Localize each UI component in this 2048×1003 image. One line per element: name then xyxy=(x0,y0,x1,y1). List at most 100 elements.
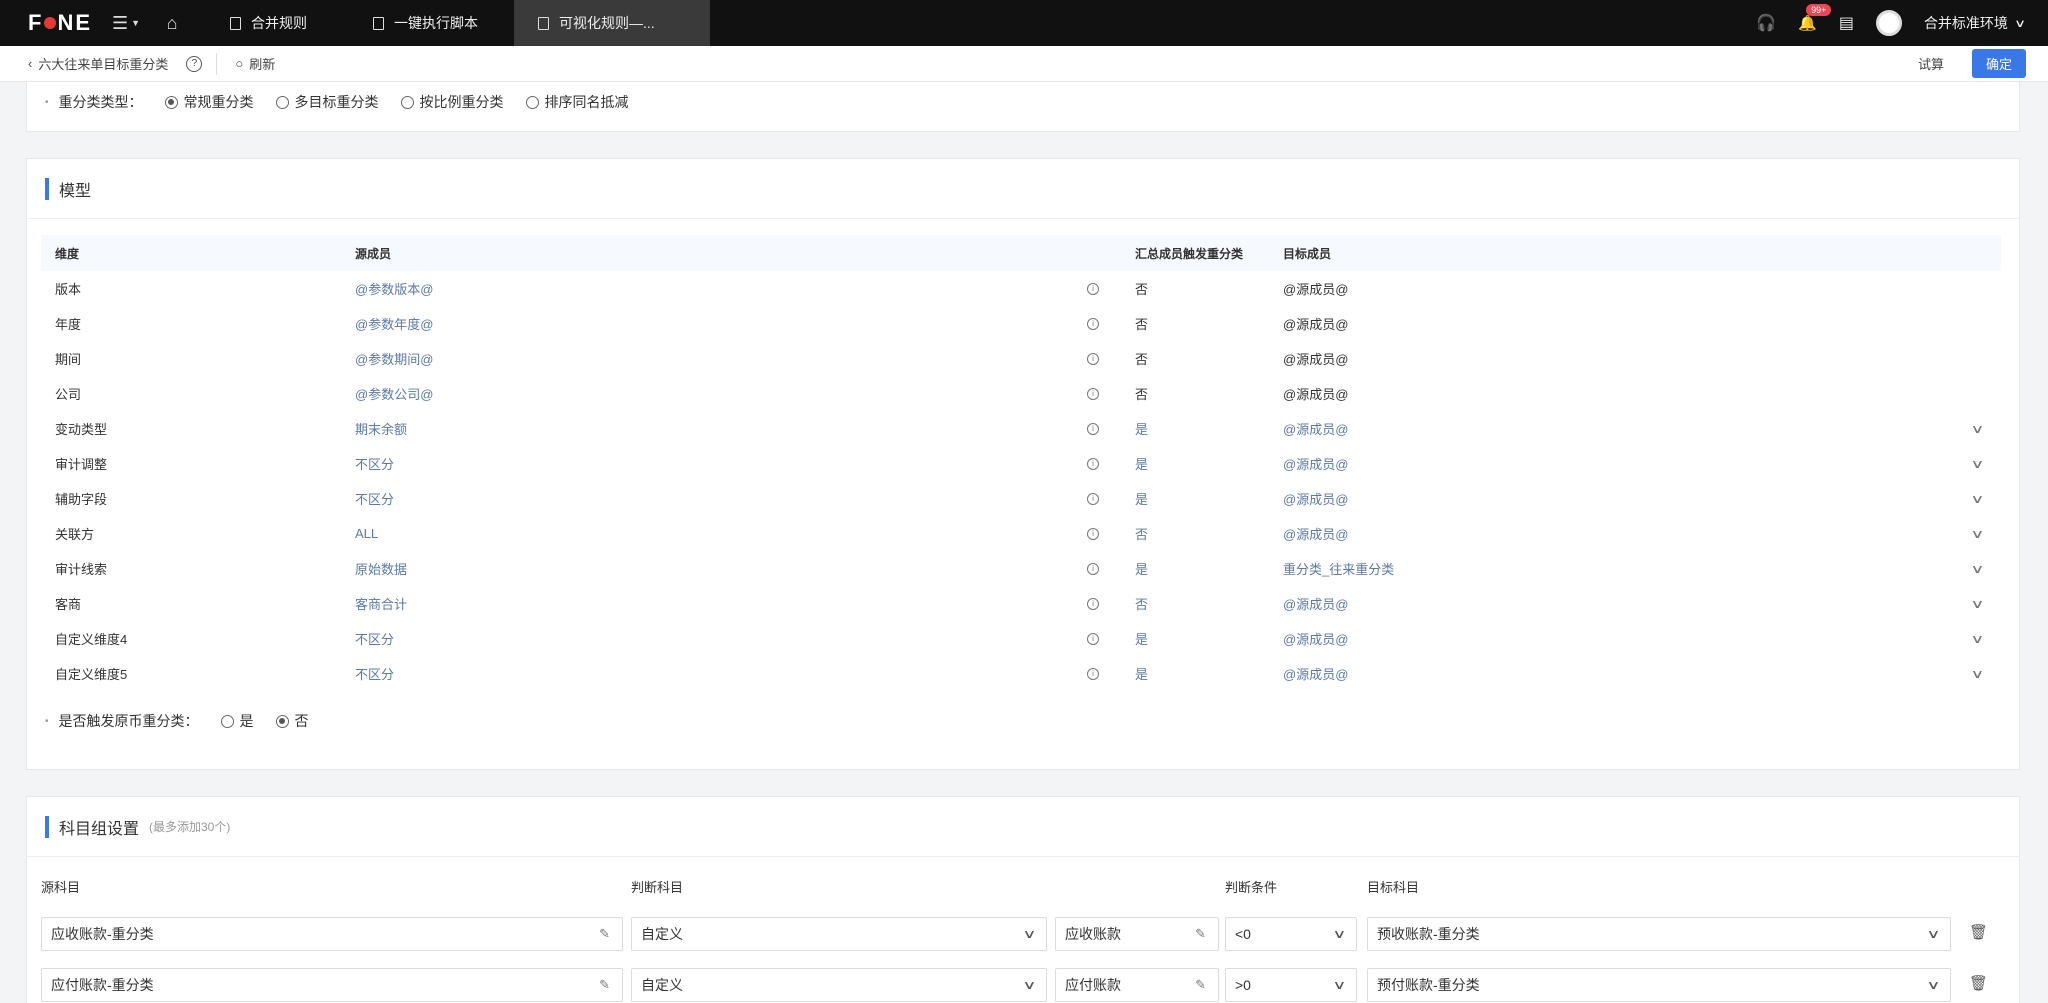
source-subject-input[interactable]: 应付账款-重分类 ✎ xyxy=(41,968,623,1002)
currency-option-yes[interactable]: 是 xyxy=(220,711,254,731)
radio-selected[interactable] xyxy=(275,714,289,728)
source-member-cell[interactable]: 不区分 xyxy=(355,489,394,508)
info-icon[interactable]: i xyxy=(1087,282,1099,295)
edit-icon[interactable]: ✎ xyxy=(1195,926,1206,942)
target-member-cell[interactable]: 重分类_往来重分类 xyxy=(1283,559,1394,578)
menu-icon[interactable]: ☰ ▼ xyxy=(106,0,146,46)
reclass-option-multi-target[interactable]: 多目标重分类 xyxy=(275,92,379,112)
target-member-cell[interactable]: @源成员@ xyxy=(1283,419,1348,438)
info-icon[interactable]: i xyxy=(1087,527,1099,540)
headset-icon[interactable]: 🎧 xyxy=(1756,13,1776,33)
info-icon[interactable]: i xyxy=(1087,632,1099,645)
radio[interactable] xyxy=(220,714,234,728)
chevron-down-icon[interactable]: ∨ xyxy=(1927,978,1941,992)
chevron-down-icon[interactable]: ∨ xyxy=(1023,927,1037,941)
condition-select[interactable]: <0 ∨ xyxy=(1225,917,1357,951)
target-member-cell[interactable]: @源成员@ xyxy=(1283,489,1348,508)
model-row[interactable]: 审计线索 原始数据 i 是 重分类_往来重分类 ∨ xyxy=(41,551,2001,586)
source-member-cell[interactable]: 不区分 xyxy=(355,454,394,473)
chevron-down-icon[interactable]: ∨ xyxy=(1023,978,1037,992)
reclass-option-ratio[interactable]: 按比例重分类 xyxy=(400,92,504,112)
trigger-cell[interactable]: 否 xyxy=(1135,314,1148,333)
model-row[interactable]: 自定义维度5 不区分 i 是 @源成员@ ∨ xyxy=(41,656,2001,691)
judge-subject-input[interactable]: 应收账款 ✎ xyxy=(1055,917,1219,951)
tab-merge-rules[interactable]: 合并规则 xyxy=(206,0,331,46)
source-member-cell[interactable]: @参数公司@ xyxy=(355,384,433,403)
info-icon[interactable]: i xyxy=(1087,387,1099,400)
model-row[interactable]: 关联方 ALL i 否 @源成员@ ∨ xyxy=(41,516,2001,551)
source-member-cell[interactable]: 客商合计 xyxy=(355,594,407,613)
info-icon[interactable]: i xyxy=(1087,457,1099,470)
info-icon[interactable]: i xyxy=(1087,597,1099,610)
target-subject-select[interactable]: 预收账款-重分类 ∨ xyxy=(1367,917,1951,951)
model-row[interactable]: 客商 客商合计 i 否 @源成员@ ∨ xyxy=(41,586,2001,621)
info-icon[interactable]: i xyxy=(1087,667,1099,680)
target-member-cell[interactable]: @源成员@ xyxy=(1283,279,1348,298)
trigger-cell[interactable]: 是 xyxy=(1135,489,1148,508)
source-subject-input[interactable]: 应收账款-重分类 ✎ xyxy=(41,917,623,951)
trigger-cell[interactable]: 是 xyxy=(1135,454,1148,473)
source-member-cell[interactable]: 不区分 xyxy=(355,629,394,648)
back-icon[interactable]: ‹ xyxy=(28,56,32,71)
edit-icon[interactable]: ✎ xyxy=(599,977,610,993)
target-member-cell[interactable]: @源成员@ xyxy=(1283,349,1348,368)
info-icon[interactable]: i xyxy=(1087,317,1099,330)
trigger-cell[interactable]: 是 xyxy=(1135,419,1148,438)
source-member-cell[interactable]: 不区分 xyxy=(355,664,394,683)
chevron-down-icon[interactable]: ∨ xyxy=(1970,457,1984,471)
judge-type-select[interactable]: 自定义 ∨ xyxy=(631,968,1047,1002)
chevron-down-icon[interactable]: ∨ xyxy=(1970,492,1984,506)
chevron-down-icon[interactable]: ∨ xyxy=(1970,597,1984,611)
chevron-down-icon[interactable]: ∨ xyxy=(1970,422,1984,436)
model-row[interactable]: 变动类型 期末余额 i 是 @源成员@ ∨ xyxy=(41,411,2001,446)
tab-one-click-script[interactable]: 一键执行脚本 xyxy=(349,0,502,46)
info-icon[interactable]: i xyxy=(1087,492,1099,505)
trigger-cell[interactable]: 是 xyxy=(1135,559,1148,578)
edit-icon[interactable]: ✎ xyxy=(1195,977,1206,993)
trash-icon[interactable]: 🗑 xyxy=(1969,923,1988,941)
target-member-cell[interactable]: @源成员@ xyxy=(1283,454,1348,473)
trigger-cell[interactable]: 否 xyxy=(1135,279,1148,298)
trigger-cell[interactable]: 否 xyxy=(1135,384,1148,403)
model-row[interactable]: 自定义维度4 不区分 i 是 @源成员@ ∨ xyxy=(41,621,2001,656)
radio-selected[interactable] xyxy=(164,95,178,109)
model-row[interactable]: 版本 @参数版本@ i 否 @源成员@ xyxy=(41,271,2001,306)
bell-icon[interactable]: 🔔 99+ xyxy=(1798,4,1832,32)
edit-icon[interactable]: ✎ xyxy=(599,926,610,942)
info-icon[interactable]: i xyxy=(1087,422,1099,435)
chevron-down-icon[interactable]: ∨ xyxy=(1333,978,1347,992)
logo[interactable]: F NE xyxy=(14,0,106,46)
condition-select[interactable]: >0 ∨ xyxy=(1225,968,1357,1002)
target-member-cell[interactable]: @源成员@ xyxy=(1283,629,1348,648)
help-icon[interactable]: ? xyxy=(186,55,203,72)
judge-type-select[interactable]: 自定义 ∨ xyxy=(631,917,1047,951)
env-label[interactable]: 合并标准环境 xyxy=(1924,13,2008,33)
trigger-cell[interactable]: 是 xyxy=(1135,629,1148,648)
chevron-down-icon[interactable]: ∨ xyxy=(1970,562,1984,576)
breadcrumb[interactable]: ‹ 六大往来单目标重分类 xyxy=(28,54,168,73)
layout-icon[interactable]: ▤ xyxy=(1839,13,1854,33)
target-member-cell[interactable]: @源成员@ xyxy=(1283,524,1348,543)
source-member-cell[interactable]: @参数年度@ xyxy=(355,314,433,333)
currency-option-no[interactable]: 否 xyxy=(275,711,309,731)
radio[interactable] xyxy=(275,95,289,109)
source-member-cell[interactable]: 期末余额 xyxy=(355,419,407,438)
refresh-button[interactable]: ○ 刷新 xyxy=(235,54,275,73)
chevron-down-icon[interactable]: ∨ xyxy=(1970,667,1984,681)
tab-visual-rules[interactable]: 可视化规则—... xyxy=(514,0,710,46)
target-member-cell[interactable]: @源成员@ xyxy=(1283,664,1348,683)
target-member-cell[interactable]: @源成员@ xyxy=(1283,384,1348,403)
target-member-cell[interactable]: @源成员@ xyxy=(1283,314,1348,333)
radio[interactable] xyxy=(400,95,414,109)
source-member-cell[interactable]: ALL xyxy=(355,526,378,541)
trigger-cell[interactable]: 否 xyxy=(1135,524,1148,543)
source-member-cell[interactable]: @参数版本@ xyxy=(355,279,433,298)
trigger-cell[interactable]: 是 xyxy=(1135,664,1148,683)
model-row[interactable]: 期间 @参数期间@ i 否 @源成员@ xyxy=(41,341,2001,376)
radio[interactable] xyxy=(525,95,539,109)
info-icon[interactable]: i xyxy=(1087,352,1099,365)
reclass-option-regular[interactable]: 常规重分类 xyxy=(164,92,254,112)
chevron-down-icon[interactable]: ∨ xyxy=(1970,527,1984,541)
trash-icon[interactable]: 🗑 xyxy=(1969,974,1988,992)
avatar[interactable] xyxy=(1875,10,1902,36)
